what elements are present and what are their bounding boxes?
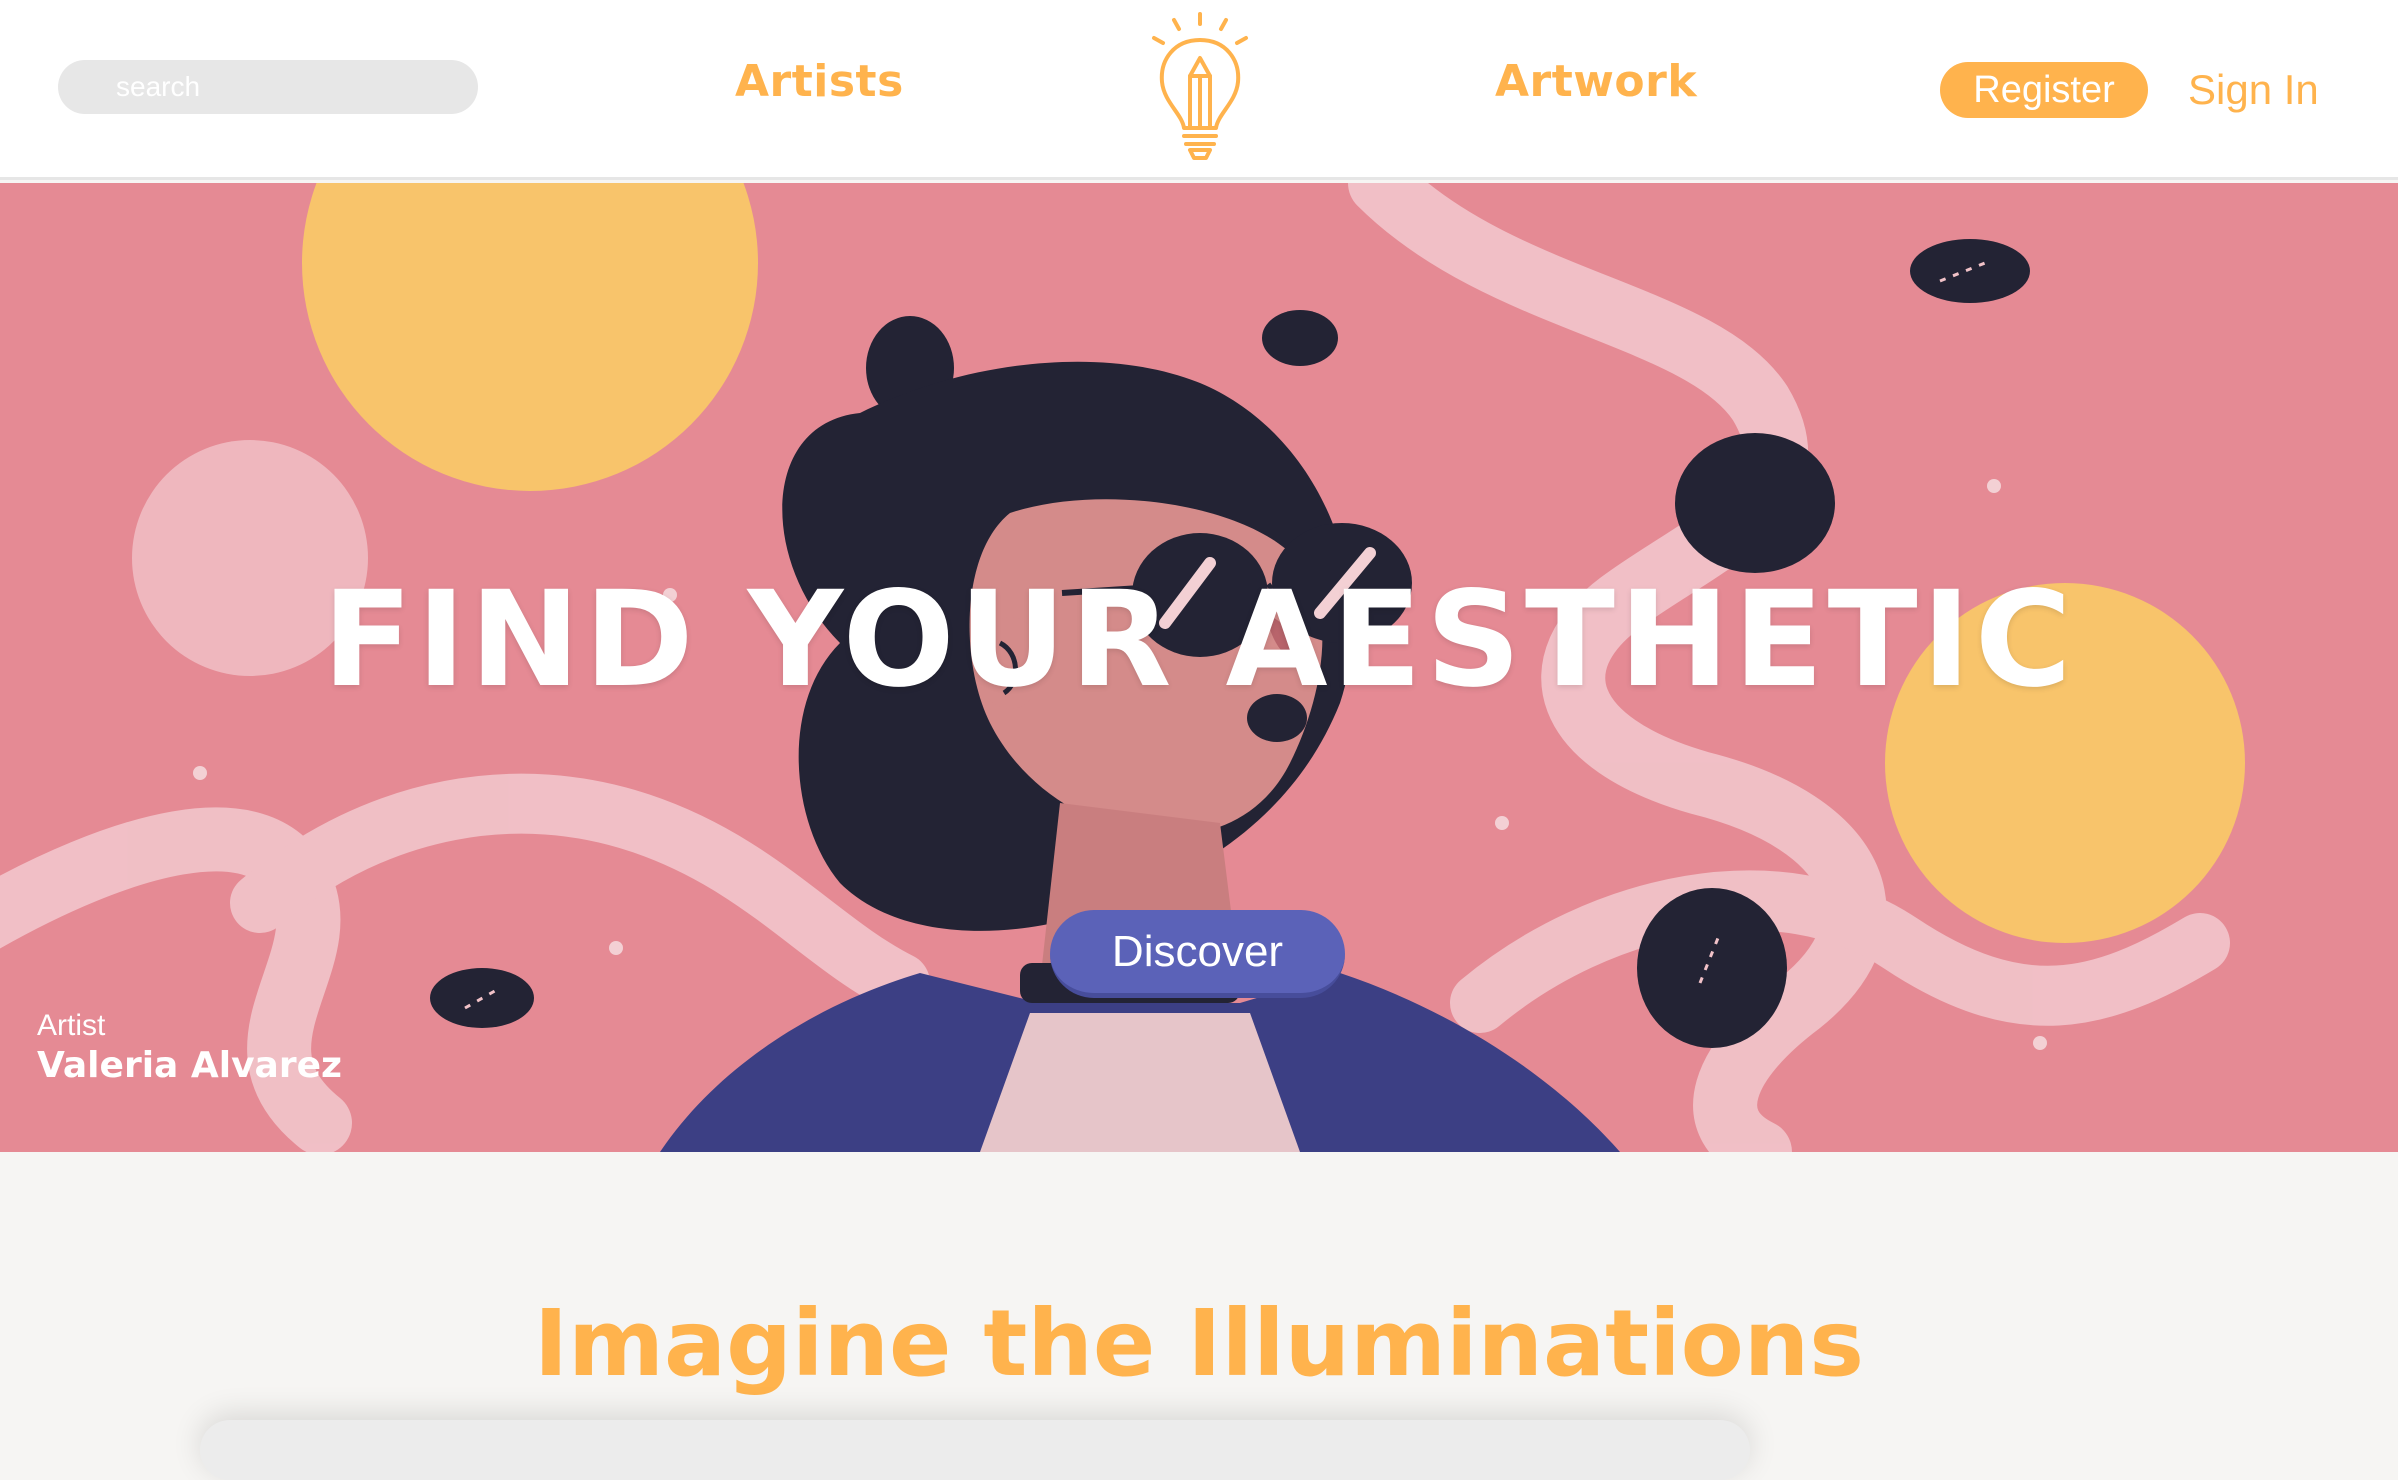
hero-banner: FIND YOUR AESTHETIC Discover Artist Vale… [0, 183, 2398, 1152]
site-header: Artists Artwork Register Sign In [0, 0, 2398, 180]
content-card [200, 1420, 1750, 1480]
search-input[interactable] [58, 60, 478, 114]
nav-link-artwork[interactable]: Artwork [1495, 56, 1697, 107]
lightbulb-pencil-icon[interactable] [1138, 10, 1262, 160]
hero-title: FIND YOUR AESTHETIC [322, 563, 2076, 717]
artist-credit-name[interactable]: Valeria Alvarez [37, 1045, 342, 1086]
sign-in-link[interactable]: Sign In [2188, 66, 2319, 114]
nav-link-artists[interactable]: Artists [735, 56, 904, 107]
discover-button[interactable]: Discover [1050, 910, 1345, 998]
section-title: Imagine the Illuminations [533, 1290, 1865, 1397]
artist-credit-label: Artist [37, 1009, 106, 1042]
register-button[interactable]: Register [1940, 62, 2148, 118]
